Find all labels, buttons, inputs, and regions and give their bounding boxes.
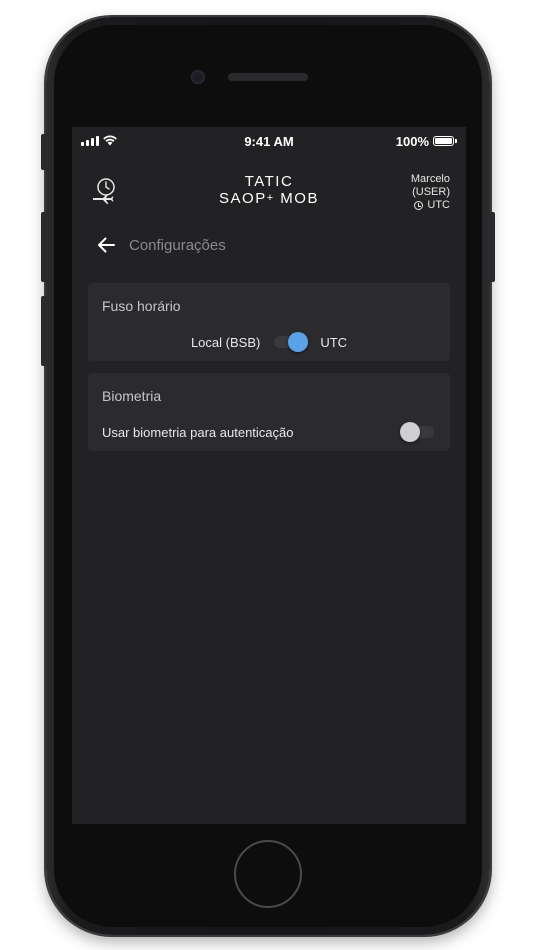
clock-icon [414,201,424,210]
status-bar: 9:41 AM 100% [72,127,466,155]
biometrics-card-title: Biometria [102,388,162,404]
app-screen: 9:41 AM 100% TATIC SAOP+ MOB Marcelo (US… [72,127,466,824]
timezone-utc-label: UTC [320,334,348,350]
biometrics-toggle[interactable] [400,422,436,442]
brand-line-2-sup: + [266,192,275,204]
biometrics-label: Usar biometria para autenticação [102,424,294,440]
timezone-card: Fuso horário Local (BSB) UTC [88,283,450,361]
power-button [489,212,495,282]
biometrics-card: Biometria Usar biometria para autenticaç… [88,373,450,451]
user-name: Marcelo [410,173,450,185]
timezone-label: UTC [427,199,450,211]
user-role: (USER) [412,186,450,198]
front-camera [191,70,205,84]
brand-line-2: SAOP+ MOB [72,190,466,207]
battery-icon [433,136,457,146]
timezone-card-title: Fuso horário [102,298,181,314]
biometrics-row: Usar biometria para autenticação [102,422,436,442]
volume-down-button [41,296,47,366]
brand-line-1: TATIC [244,173,294,190]
page-title-row: Configurações [72,231,466,261]
brand-line-2-main: SAOP [219,190,267,207]
mute-switch [41,134,47,170]
app-header: TATIC SAOP+ MOB Marcelo (USER) UTC [72,167,466,217]
app-brand: TATIC SAOP+ MOB [72,173,466,207]
timezone-local-label: Local (BSB) [190,334,261,350]
brand-line-2-end: MOB [274,190,319,207]
volume-up-button [41,212,47,282]
page-title: Configurações [129,237,226,254]
timezone-toggle-thumb [288,332,309,352]
arrow-left-icon[interactable] [96,236,116,254]
battery-percent: 100% [395,134,429,149]
earpiece-speaker [228,73,308,81]
home-button[interactable] [234,840,302,908]
biometrics-toggle-thumb [400,422,420,442]
user-info[interactable]: Marcelo (USER) UTC [411,173,450,212]
timezone-indicator: UTC [411,199,450,212]
timezone-toggle-row: Local (BSB) UTC [88,332,450,352]
battery-fill [435,138,452,144]
timezone-toggle[interactable] [272,332,309,352]
